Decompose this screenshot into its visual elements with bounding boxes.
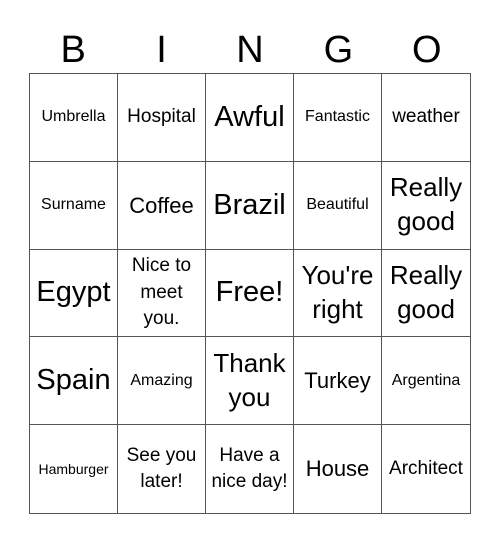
bingo-cell-text: Really good [389,260,463,324]
bingo-cell[interactable]: Really good [382,162,470,250]
bingo-cell-text: House [305,456,370,482]
bingo-header: B I N G O [29,28,471,72]
bingo-cell-text: You're right [301,260,374,324]
bingo-cell-text: Umbrella [41,108,106,126]
bingo-cell[interactable]: House [294,425,382,513]
bingo-cell-text: Amazing [130,371,193,389]
header-letter-n: N [236,29,264,71]
bingo-cell[interactable]: Hospital [118,74,206,162]
bingo-cell-text: Awful [214,100,285,133]
bingo-cell-text: Surname [41,196,106,213]
bingo-cell[interactable]: Turkey [294,337,382,426]
bingo-cell[interactable]: Umbrella [30,74,118,162]
bingo-cell[interactable]: Awful [206,74,294,162]
bingo-cell-text: Nice to meet you. [131,255,192,330]
bingo-cell[interactable]: Argentina [382,337,470,426]
bingo-cell[interactable]: Really good [382,250,470,338]
bingo-cell-text: Brazil [213,188,286,221]
bingo-cell[interactable]: Fantastic [294,74,382,162]
bingo-cell[interactable]: Nice to meet you. [118,249,206,338]
bingo-cell[interactable]: Coffee [118,161,206,250]
bingo-cell-text: Really good [389,172,463,237]
bingo-cell[interactable]: Have a nice day! [206,425,294,513]
bingo-cell-text: Fantastic [305,108,370,126]
header-letter-b: B [60,29,86,71]
bingo-cell[interactable]: Hamburger [30,425,118,513]
bingo-cell[interactable]: Beautiful [294,161,382,250]
bingo-cell[interactable]: Brazil [206,161,294,250]
bingo-grid: Umbrella Hospital Awful Fantastic weather Sur… [29,73,471,514]
bingo-cell[interactable]: Surname [30,161,118,250]
bingo-cell-text: Architect [389,457,463,479]
bingo-cell[interactable]: You're right [294,249,382,338]
bingo-cell-text: Turkey [304,368,371,394]
bingo-cell-text: Beautiful [306,196,369,213]
bingo-cell[interactable]: Spain [30,337,118,426]
bingo-cell[interactable]: See you later! [118,425,206,513]
bingo-cell-text: Spain [36,364,111,397]
bingo-cell-text: See you later! [126,444,197,493]
header-letter-g: G [323,29,354,71]
bingo-cell[interactable]: Egypt [30,249,118,338]
bingo-cell-text: Free! [215,276,284,309]
bingo-cell[interactable]: Amazing [118,337,206,426]
bingo-cell-text: Argentina [391,371,461,389]
header-letter-i: I [156,29,167,71]
bingo-cell-text: Thank you [213,347,286,412]
bingo-cell-text: Coffee [129,192,194,218]
bingo-cell-text: Egypt [36,276,111,309]
bingo-cell[interactable]: Architect [382,425,470,513]
header-letter-o: O [411,29,442,71]
bingo-cell-text: Have a nice day! [211,444,288,493]
bingo-cell[interactable]: Thank you [206,337,294,426]
bingo-cell-text: Hamburger [38,461,109,478]
bingo-cell[interactable]: weather [382,74,470,162]
bingo-cell-text: Hospital [127,106,196,128]
bingo-cell-text: weather [392,106,460,128]
bingo-cell[interactable]: Free! [206,249,294,338]
